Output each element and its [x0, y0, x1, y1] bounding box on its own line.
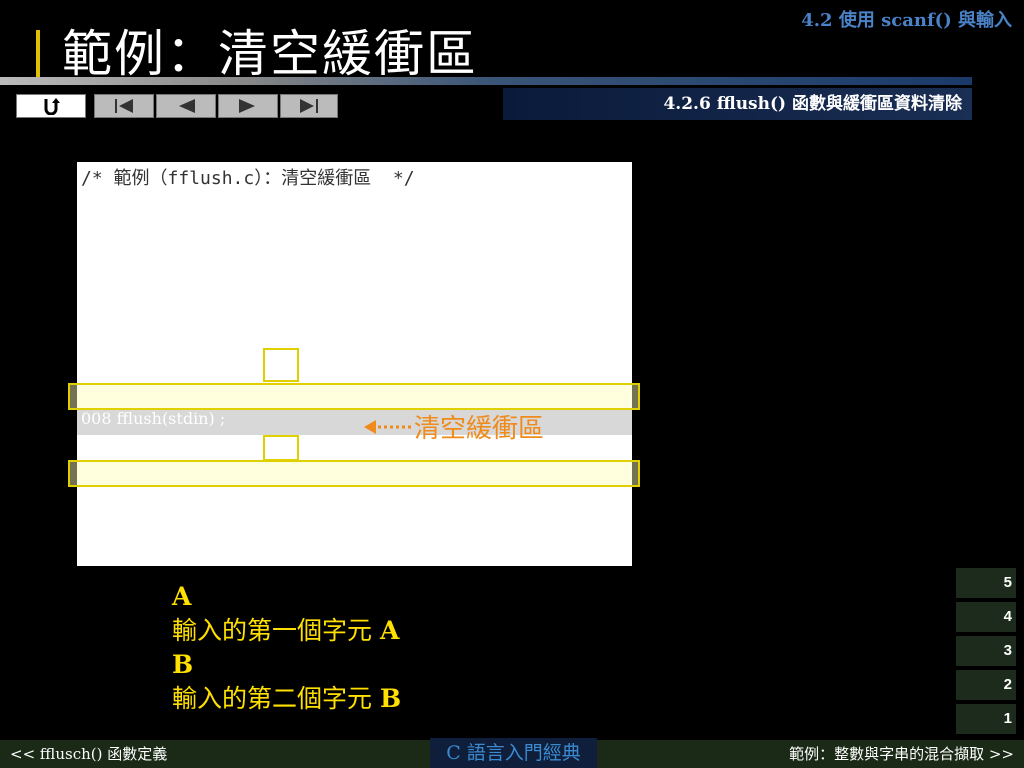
title-accent-bar	[36, 30, 40, 80]
output-line-1: 輸入的第一個字元	[172, 616, 373, 645]
code-line: 009 scanf("%c",&c) ;	[81, 436, 250, 455]
next-topic-link[interactable]: 範例：整數與字串的混合擷取 >>	[597, 740, 1024, 768]
annotation-text: 清空緩衝區	[414, 414, 545, 444]
line-code: #include <stdlib.h>	[111, 247, 283, 266]
home-button[interactable]	[16, 94, 86, 118]
output-input-1: A	[172, 582, 192, 611]
page-link-3[interactable]: 3	[956, 636, 1016, 666]
line-code: scanf("%c",&c) ;	[111, 436, 250, 455]
triangle-right-icon	[239, 99, 255, 113]
code-line: 001 #include <stdio.h>	[81, 220, 276, 239]
code-header-comment: /* 範例（fflush.c）：清空緩衝區 */	[81, 168, 415, 189]
line-number: 008	[81, 409, 112, 428]
book-title: C 語言入門經典	[430, 738, 597, 768]
line-code: int main(void)	[111, 274, 231, 293]
line-code: system("pause");	[111, 490, 254, 509]
annotation-callout: 清空緩衝區	[364, 408, 544, 445]
code-line: 004 {	[81, 301, 127, 320]
code-line: 006 scanf("%c",&c) ;	[81, 355, 250, 374]
line-code: #include <stdio.h>	[111, 220, 277, 239]
last-slide-button[interactable]	[280, 94, 338, 118]
next-slide-button[interactable]	[218, 94, 278, 118]
page-link-1[interactable]: 1	[956, 704, 1016, 734]
line-code: {	[111, 301, 127, 320]
page-link-2[interactable]: 2	[956, 670, 1016, 700]
code-line: 011 system("pause");	[81, 490, 254, 509]
line-010-highlight-box	[68, 460, 640, 487]
prev-slide-button[interactable]	[156, 94, 216, 118]
line-code: scanf("%c",&c) ;	[111, 355, 250, 374]
line-number: 012	[81, 517, 112, 536]
skip-forward-icon	[300, 99, 318, 113]
chapter-label: 4.2 使用 scanf() 與輸入	[801, 10, 1012, 31]
line-code: }	[111, 544, 127, 563]
code-line: 003 int main(void)	[81, 274, 230, 293]
code-line: 008 fflush(stdin) ;	[81, 409, 225, 428]
line-number: 006	[81, 355, 112, 374]
triangle-left-icon	[179, 99, 195, 113]
line-number: 001	[81, 220, 112, 239]
page-link-4[interactable]: 4	[956, 602, 1016, 632]
page-link-5[interactable]: 5	[956, 568, 1016, 598]
first-slide-button[interactable]	[94, 94, 154, 118]
output-input-2: B	[172, 650, 194, 679]
line-number: 004	[81, 301, 112, 320]
line-code: char c ;	[111, 328, 178, 347]
line-number: 013	[81, 544, 112, 563]
output-line-2: 輸入的第二個字元	[172, 684, 373, 713]
line-number: 009	[81, 436, 112, 455]
line-number: 005	[81, 328, 112, 347]
code-line: 005 char c ;	[81, 328, 178, 347]
code-line: 013 }	[81, 544, 127, 563]
line-code: fflush(stdin) ;	[111, 409, 226, 428]
line-number: 002	[81, 247, 112, 266]
code-line: 002 #include <stdlib.h>	[81, 247, 282, 266]
section-subtitle: 4.2.6 fflush() 函數與緩衝區資料清除	[503, 88, 972, 120]
skip-back-icon	[115, 99, 133, 113]
output-char-1: A	[379, 616, 400, 645]
arrow-left-icon	[364, 419, 412, 434]
title-underline	[0, 77, 972, 85]
format-specifier-box-1	[263, 348, 299, 382]
code-line: 012 return 0;	[81, 517, 189, 536]
line-number: 003	[81, 274, 112, 293]
line-number: 011	[81, 490, 112, 509]
line-code: return 0;	[111, 517, 190, 536]
return-icon	[44, 98, 60, 115]
prev-topic-link[interactable]: << fflusch() 函數定義	[0, 740, 430, 768]
format-specifier-box-2	[263, 435, 299, 461]
program-output: A 輸入的第一個字元 A B 輸入的第二個字元 B	[172, 580, 401, 716]
line-007-highlight-box	[68, 383, 640, 410]
output-char-2: B	[379, 684, 402, 713]
